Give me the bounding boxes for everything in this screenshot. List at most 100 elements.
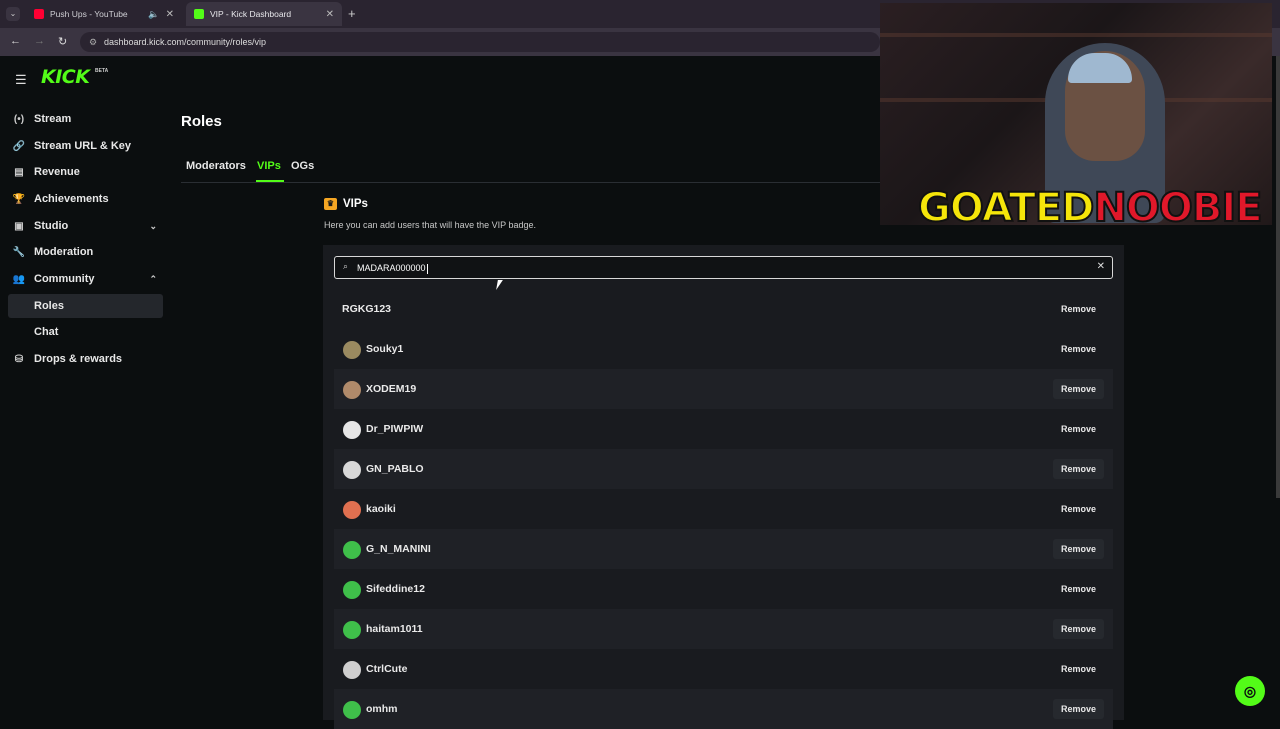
new-tab-button[interactable]: +: [348, 6, 356, 21]
page-scrollbar[interactable]: [1276, 56, 1280, 498]
sidebar-item-moderation[interactable]: 🔧 Moderation: [8, 240, 163, 264]
username: omhm: [366, 703, 398, 715]
avatar: [343, 661, 361, 679]
sidebar-item-achievements[interactable]: 🏆 Achievements: [8, 187, 163, 211]
sidebar-item-revenue[interactable]: ▤ Revenue: [8, 160, 163, 184]
sidebar-item-stream[interactable]: (•) Stream: [8, 107, 163, 131]
vip-user-row: CtrlCute Remove: [334, 649, 1113, 689]
youtube-favicon-icon: [34, 9, 44, 19]
vip-user-row: XODEM19 Remove: [334, 369, 1113, 409]
sidebar-item-label: Studio: [34, 220, 69, 232]
streamer-brand-logo: GOATEDNOOBIE: [917, 184, 1264, 225]
tab-moderators[interactable]: Moderators: [186, 160, 246, 172]
vip-user-row: omhm Remove: [334, 689, 1113, 729]
crown-icon: ♛: [324, 198, 337, 210]
username: Souky1: [366, 343, 404, 355]
sidebar-item-label: Moderation: [34, 246, 94, 258]
remove-button[interactable]: Remove: [1053, 299, 1104, 319]
page-title: Roles: [181, 113, 222, 130]
avatar: [343, 621, 361, 639]
username: kaoiki: [366, 503, 396, 515]
remove-button[interactable]: Remove: [1052, 539, 1104, 559]
vip-user-row: kaoiki Remove: [334, 489, 1113, 529]
help-chat-icon[interactable]: ◎: [1235, 676, 1265, 706]
brand-part-1: GOATED: [917, 184, 1095, 225]
kick-logo[interactable]: KICK: [41, 66, 90, 88]
avatar: [343, 541, 361, 559]
username: CtrlCute: [366, 663, 408, 675]
remove-button[interactable]: Remove: [1053, 659, 1104, 679]
remove-button[interactable]: Remove: [1053, 419, 1104, 439]
background-shelf: [880, 33, 1272, 37]
site-info-icon[interactable]: ⚙: [89, 32, 97, 52]
sidebar-subitem-roles[interactable]: Roles: [8, 294, 163, 318]
username: GN_PABLO: [366, 463, 424, 475]
remove-button[interactable]: Remove: [1052, 459, 1104, 479]
community-icon: 👥: [12, 273, 26, 285]
clear-search-icon[interactable]: ✕: [1097, 261, 1105, 272]
sidebar-item-label: Community: [34, 273, 95, 285]
speaker-icon[interactable]: 🔈: [148, 9, 159, 20]
sidebar-item-community[interactable]: 👥 Community ⌃: [8, 267, 163, 291]
browser-tab-kick[interactable]: VIP - Kick Dashboard ✕: [186, 2, 342, 26]
close-tab-icon[interactable]: ✕: [166, 9, 174, 20]
active-tab-indicator: [256, 180, 284, 182]
avatar: [343, 421, 361, 439]
search-input[interactable]: ⌕ MADARA000000 ✕: [334, 256, 1113, 279]
username: Dr_PIWPIW: [366, 423, 424, 435]
remove-button[interactable]: Remove: [1053, 499, 1104, 519]
avatar: [343, 461, 361, 479]
browser-tab-youtube[interactable]: Push Ups - YouTube 🔈 ✕: [26, 2, 182, 26]
avatar: [343, 581, 361, 599]
roles-tabs: Moderators VIPs OGs: [181, 156, 880, 183]
sidebar-item-stream-url-key[interactable]: 🔗 Stream URL & Key: [8, 134, 163, 158]
search-value-text: MADARA000000: [357, 263, 426, 273]
sidebar-item-drops-rewards[interactable]: ⛁ Drops & rewards: [8, 347, 163, 371]
username: XODEM19: [366, 383, 417, 395]
remove-button[interactable]: Remove: [1052, 379, 1104, 399]
vip-user-row: haitam1011 Remove: [334, 609, 1113, 649]
hamburger-menu-icon[interactable]: ☰: [15, 72, 27, 88]
vip-user-row: Souky1 Remove: [334, 329, 1113, 369]
close-tab-icon[interactable]: ✕: [326, 9, 334, 20]
chevron-up-icon[interactable]: ⌃: [149, 274, 157, 285]
reload-icon[interactable]: ↻: [58, 35, 67, 48]
remove-button[interactable]: Remove: [1053, 339, 1104, 359]
avatar: [343, 341, 361, 359]
remove-button[interactable]: Remove: [1052, 699, 1104, 719]
forward-arrow-icon[interactable]: →: [34, 35, 45, 47]
remove-button[interactable]: Remove: [1053, 579, 1104, 599]
trophy-icon: 🏆: [12, 193, 26, 205]
search-value: MADARA000000: [357, 263, 428, 274]
tab-vips[interactable]: VIPs: [257, 160, 281, 172]
chevron-down-icon[interactable]: ⌄: [149, 221, 157, 232]
sidebar-item-label: Revenue: [34, 166, 80, 178]
studio-icon: ▣: [14, 220, 24, 232]
section-title: ♛ VIPs: [324, 198, 368, 210]
back-arrow-icon[interactable]: ←: [10, 35, 21, 47]
tab-title: Push Ups - YouTube: [50, 9, 128, 19]
kick-favicon-icon: [194, 9, 204, 19]
remove-button[interactable]: Remove: [1052, 619, 1104, 639]
section-description: Here you can add users that will have th…: [324, 220, 536, 230]
sidebar-item-label: Drops & rewards: [34, 353, 123, 365]
link-icon: 🔗: [12, 140, 26, 152]
avatar: [343, 701, 361, 719]
section-title-text: VIPs: [343, 198, 368, 210]
sidebar-item-label: Achievements: [34, 193, 109, 205]
beta-badge: BETA: [95, 68, 109, 74]
url-field[interactable]: ⚙ dashboard.kick.com/community/roles/vip: [80, 32, 880, 52]
vip-user-row: G_N_MANINI Remove: [334, 529, 1113, 569]
sidebar-item-studio[interactable]: ▣ Studio ⌄: [8, 214, 163, 238]
tab-search-button[interactable]: ⌄: [6, 7, 20, 21]
tab-title: VIP - Kick Dashboard: [210, 9, 292, 19]
username: Sifeddine12: [366, 583, 425, 595]
search-icon: ⌕: [343, 261, 349, 271]
tab-ogs[interactable]: OGs: [291, 160, 314, 172]
username: RGKG123: [342, 303, 392, 315]
avatar: [343, 501, 361, 519]
rewards-icon: ⛁: [14, 353, 24, 365]
wrench-icon: 🔧: [12, 246, 26, 258]
vip-user-row: Dr_PIWPIW Remove: [334, 409, 1113, 449]
sidebar-subitem-chat[interactable]: Chat: [8, 320, 163, 344]
